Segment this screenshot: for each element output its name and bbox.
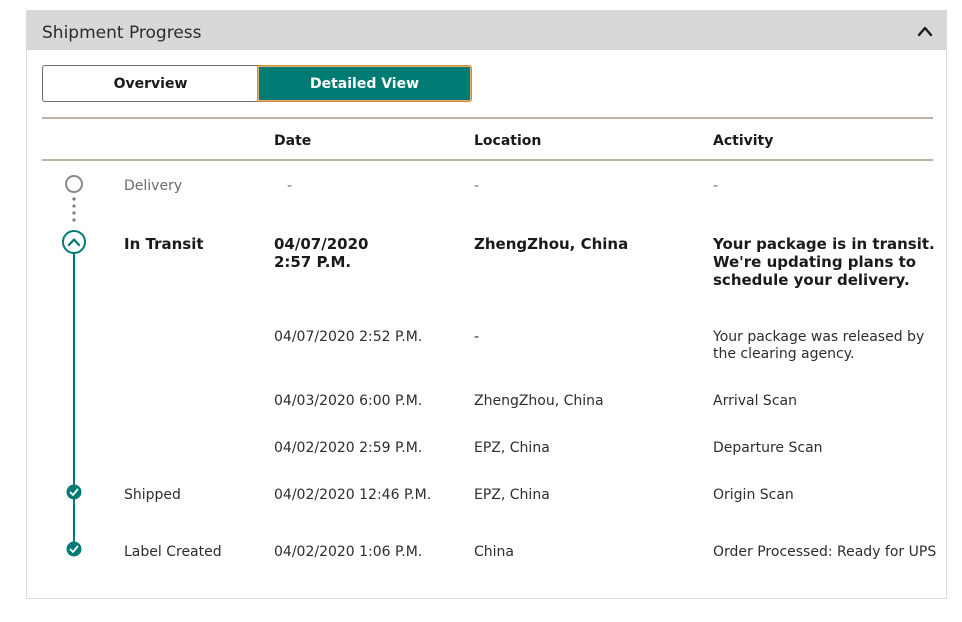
date-cell: 04/02/2020 1:06 P.M. [274,544,423,560]
status-label-shipped: Shipped [124,487,181,503]
location-cell: EPZ, China [474,487,550,503]
date-cell: 04/02/2020 12:46 P.M. [274,487,432,503]
activity-cell: - [713,178,719,194]
panel-header[interactable]: Shipment Progress [27,11,946,50]
detailed-view-tab[interactable]: Detailed View [257,65,472,102]
status-label-in-transit: In Transit [124,235,204,253]
header-divider [42,159,933,161]
activity-cell: Your package is in transit. We're updati… [713,235,935,289]
status-label-delivery: Delivery [124,178,183,194]
activity-cell: Arrival Scan [713,393,797,409]
column-header-location: Location [474,133,542,149]
date-cell: - [287,178,293,194]
location-cell: - [474,329,480,345]
column-header-activity: Activity [713,133,774,149]
overview-tab[interactable]: Overview [42,65,258,102]
activity-cell: Departure Scan [713,440,823,456]
activity-cell: Origin Scan [713,487,794,503]
view-toggle: Overview Detailed View [42,65,472,102]
table-top-divider [42,117,933,119]
column-header-date: Date [274,133,312,149]
status-label-label-created: Label Created [124,544,222,560]
activity-cell: Your package was released by the clearin… [713,329,925,362]
panel-title: Shipment Progress [42,23,202,43]
location-cell: - [474,178,480,194]
date-cell: 04/02/2020 2:59 P.M. [274,440,423,456]
location-cell: ZhengZhou, China [474,235,629,253]
chevron-up-icon[interactable] [916,23,934,39]
location-cell: ZhengZhou, China [474,393,604,409]
location-cell: EPZ, China [474,440,550,456]
date-cell: 04/03/2020 6:00 P.M. [274,393,423,409]
activity-cell: Order Processed: Ready for UPS [713,544,937,560]
date-cell: 04/07/2020 2:57 P.M. [274,235,369,271]
location-cell: China [474,544,514,560]
date-cell: 04/07/2020 2:52 P.M. [274,329,423,345]
